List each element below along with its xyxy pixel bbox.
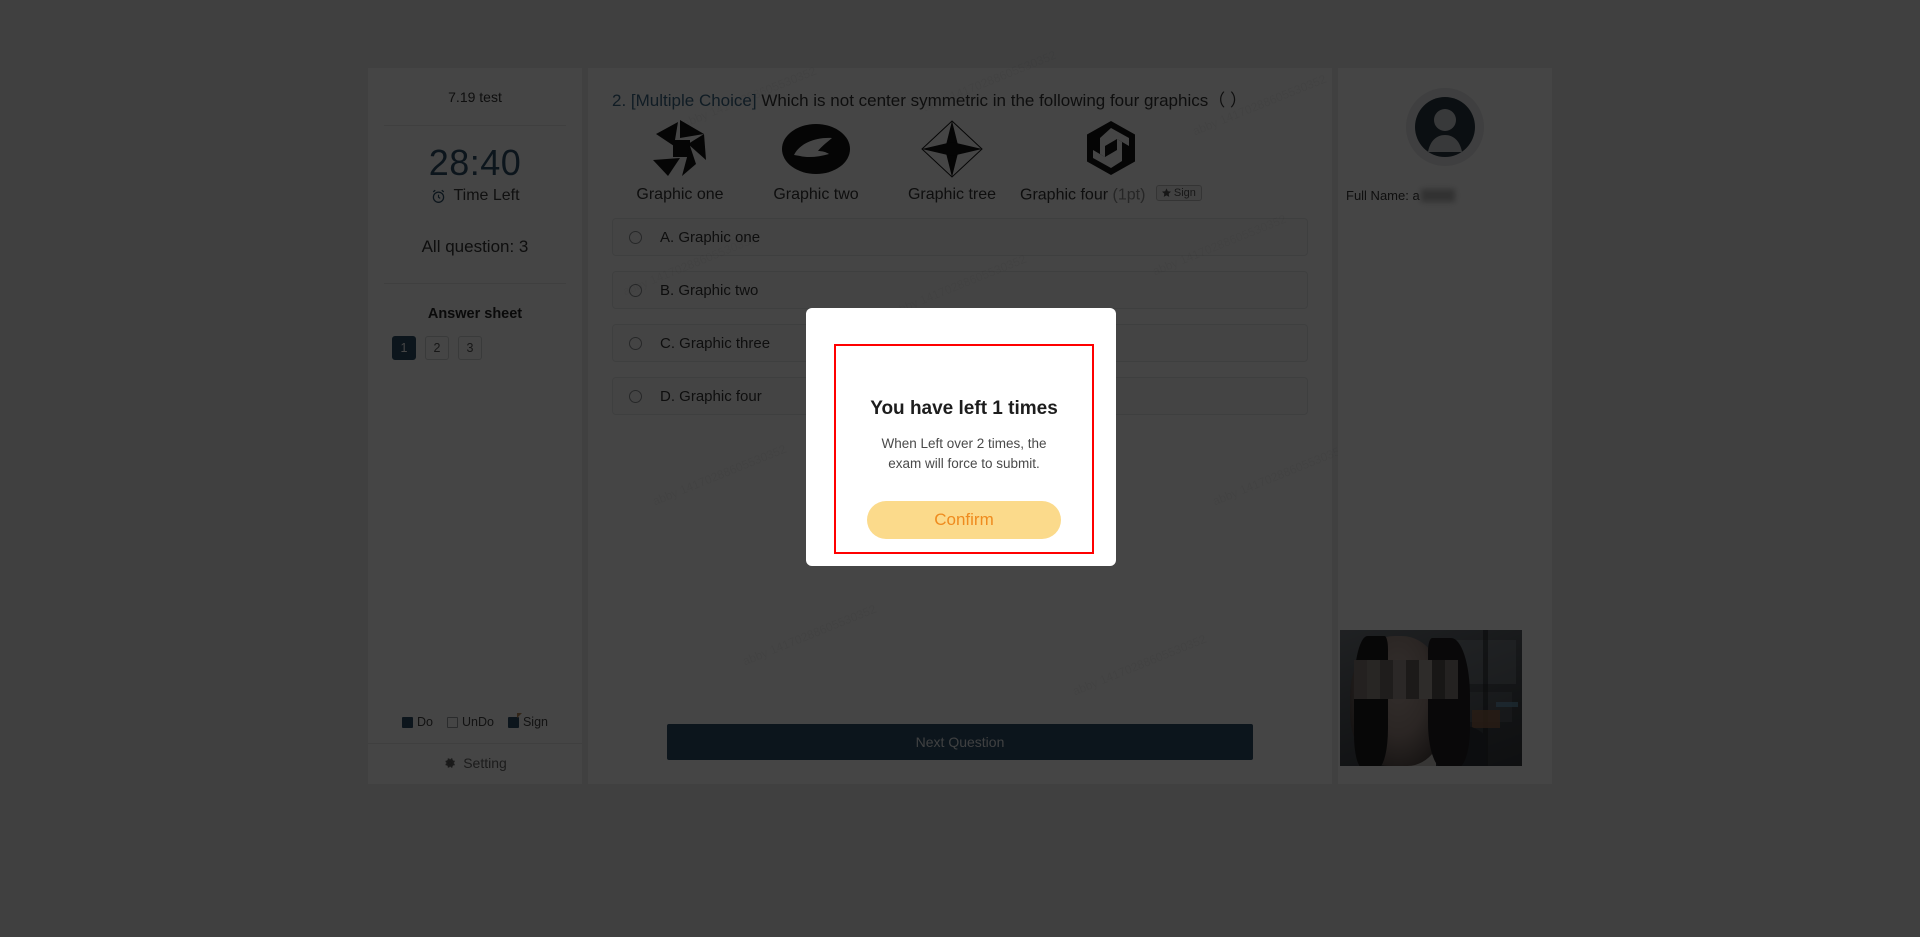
legend-label: Sign [522,715,548,729]
graphic-label: Graphic four [1020,186,1109,204]
radio-icon[interactable] [629,336,642,350]
webcam-person-hair [1428,638,1470,766]
graphic-label-four: Graphic four (1pt) Sign [1020,184,1202,205]
option-label: C. Graphic three [660,334,771,352]
undone-swatch-icon [446,716,458,728]
option-a[interactable]: A. Graphic one [612,218,1308,257]
legend-label: Do [417,715,433,729]
graphics-row: Graphic one Graphic two Graphic tree Gra… [612,117,1308,205]
all-question-count: All question: 3 [421,237,529,257]
radio-icon[interactable] [629,283,642,297]
webcam-person-face [1350,636,1470,766]
four-point-star-diamond-icon [884,118,1020,180]
option-label: B. Graphic two [660,281,759,299]
legend-item-do: Do [402,715,433,729]
done-swatch-icon [402,716,413,728]
gear-icon [443,756,457,770]
proctor-panel: Full Name: a [1338,68,1552,784]
question-number-button[interactable]: 1 [392,336,416,361]
exam-title: 7.19 test [448,89,502,105]
oval-swoosh-icon [748,118,884,180]
webcam-person-hair [1354,636,1388,766]
answer-sheet-grid: 1 2 3 [368,336,582,361]
modal-message: When Left over 2 times, the exam will fo… [881,436,1047,471]
confirm-button[interactable]: Confirm [867,501,1061,540]
question-number: 2. [612,91,627,110]
face-pixelation-overlay [1354,660,1458,699]
option-label: D. Graphic four [660,387,762,405]
graphic-item-four: Graphic four (1pt) Sign [1020,117,1202,205]
question-number-button[interactable]: 3 [458,336,482,361]
question-number-button[interactable]: 2 [425,336,449,361]
question-type-tag: [Multiple Choice] [630,91,757,110]
legend-item-sign: Sign [507,712,548,729]
time-left-row: Time Left [368,187,582,205]
next-question-button[interactable]: Next Question [667,724,1253,760]
hexagon-spiral-icon [1020,117,1202,179]
timer-block: 28:40 Time Left [368,126,582,227]
option-label: A. Graphic one [660,228,761,246]
webcam-feed [1340,630,1522,766]
setting-button[interactable]: Setting [368,743,582,784]
countdown-timer: 28:40 [428,142,522,183]
radio-icon[interactable] [629,230,642,244]
full-name-label: Full Name: [1346,188,1409,203]
legend-label: UnDo [461,715,494,729]
radio-icon[interactable] [629,389,642,403]
webcam-bg [1496,702,1518,707]
graphic-label: Graphic tree [907,186,997,204]
user-avatar-icon [1406,88,1484,166]
question-text: Which is not center symmetric in the fol… [761,91,1247,110]
answer-sheet-title: Answer sheet [427,306,523,323]
sign-badge-label: Sign [1173,186,1196,199]
setting-label: Setting [463,755,507,771]
webcam-bg [1472,710,1500,728]
pinwheel-squares-icon [612,118,748,180]
graphic-item-three: Graphic tree [884,118,1020,204]
question-heading: 2. [Multiple Choice] Which is not center… [612,90,1308,113]
full-name-row: Full Name: a [1338,188,1552,203]
star-icon [1161,188,1171,198]
graphic-item-one: Graphic one [612,118,748,204]
time-left-label: Time Left [453,187,520,205]
exam-sidebar: 7.19 test 28:40 Time Left All question: … [368,68,582,784]
modal-inner-border: You have left 1 times When Left over 2 t… [834,344,1094,554]
legend-item-undo: UnDo [446,715,494,729]
answer-sheet-legend: Do UnDo Sign [368,712,582,743]
avatar [1406,88,1484,166]
option-b[interactable]: B. Graphic two [612,271,1308,310]
modal-title: You have left 1 times [870,398,1058,419]
graphic-item-two: Graphic two [748,118,884,204]
graphic-label: Graphic one [636,186,724,204]
redacted-name [1420,189,1455,202]
graphic-points: (1pt) [1112,186,1146,204]
leave-warning-modal: You have left 1 times When Left over 2 t… [806,308,1116,566]
alarm-clock-icon [430,188,447,205]
full-name-value: a [1412,188,1420,203]
sign-badge[interactable]: Sign [1155,184,1202,201]
graphic-label: Graphic two [773,186,859,204]
sign-swatch-icon [507,712,522,728]
